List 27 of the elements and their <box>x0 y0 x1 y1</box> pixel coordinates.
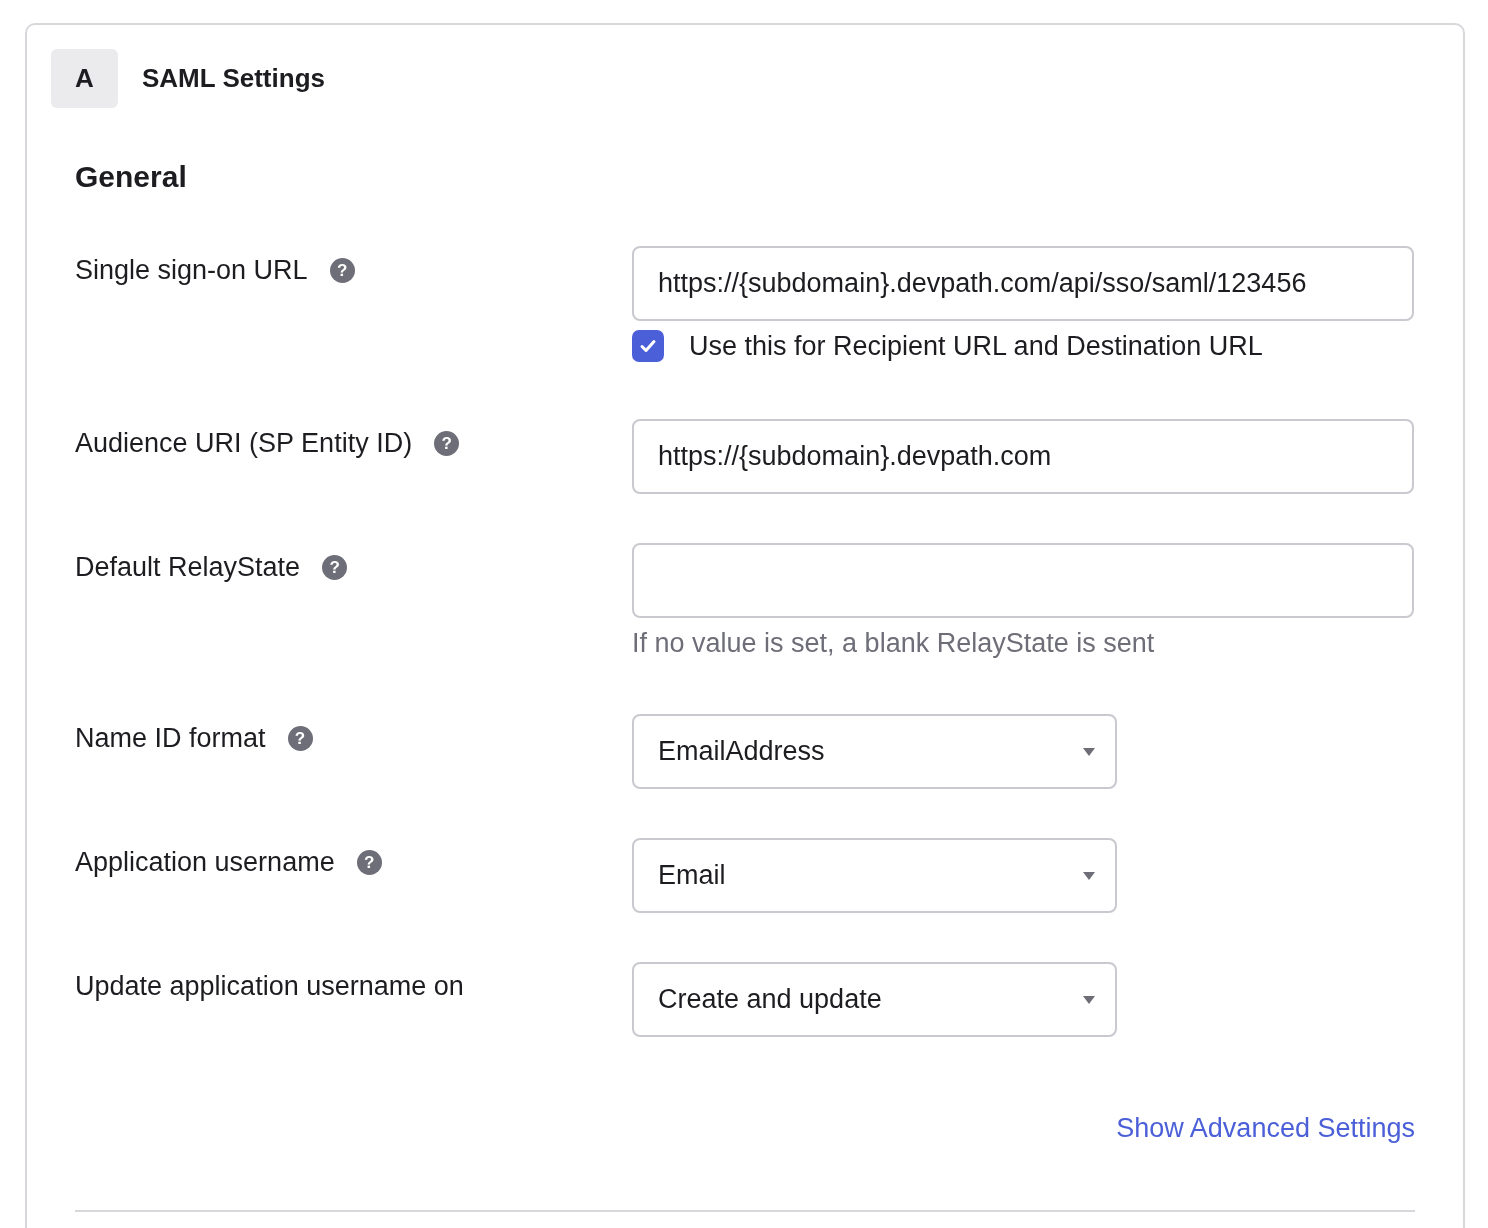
help-icon[interactable]: ? <box>329 258 355 283</box>
text-field[interactable]: https://{subdomain}.devpath.com/api/sso/saml/123456 <box>632 246 1414 321</box>
card-title: SAML Settings <box>142 63 325 94</box>
help-icon[interactable]: ? <box>287 726 313 751</box>
app-badge: A <box>51 49 118 108</box>
text-field[interactable] <box>632 543 1414 618</box>
dropdown[interactable]: EmailAddress <box>632 714 1117 789</box>
field-label: Audience URI (SP Entity ID) <box>75 427 413 460</box>
field-hint: If no value is set, a blank RelayState is sent <box>632 628 1156 659</box>
text-field[interactable]: https://{subdomain}.devpath.com <box>632 419 1414 494</box>
help-icon[interactable]: ? <box>322 555 348 580</box>
caret-icon <box>1083 747 1095 756</box>
field-label: Default RelayState <box>75 551 301 584</box>
field-label: Single sign-on URL <box>75 254 308 287</box>
field-label: Name ID format <box>75 722 266 755</box>
caret-icon <box>1083 871 1095 880</box>
dropdown[interactable]: Email <box>632 838 1117 913</box>
section-title: General <box>75 160 188 194</box>
advanced-settings-link[interactable]: Show Advanced Settings <box>1116 1113 1415 1144</box>
help-icon[interactable]: ? <box>434 431 460 456</box>
help-icon[interactable]: ? <box>356 850 382 875</box>
caret-icon <box>1083 995 1095 1004</box>
field-label: Update application username on <box>75 970 464 1003</box>
checkbox-label: Use this for Recipient URL and Destination URL <box>689 330 1263 362</box>
checkbox[interactable] <box>632 330 664 362</box>
field-label: Application username <box>75 846 335 879</box>
dropdown[interactable]: Create and update <box>632 962 1117 1037</box>
